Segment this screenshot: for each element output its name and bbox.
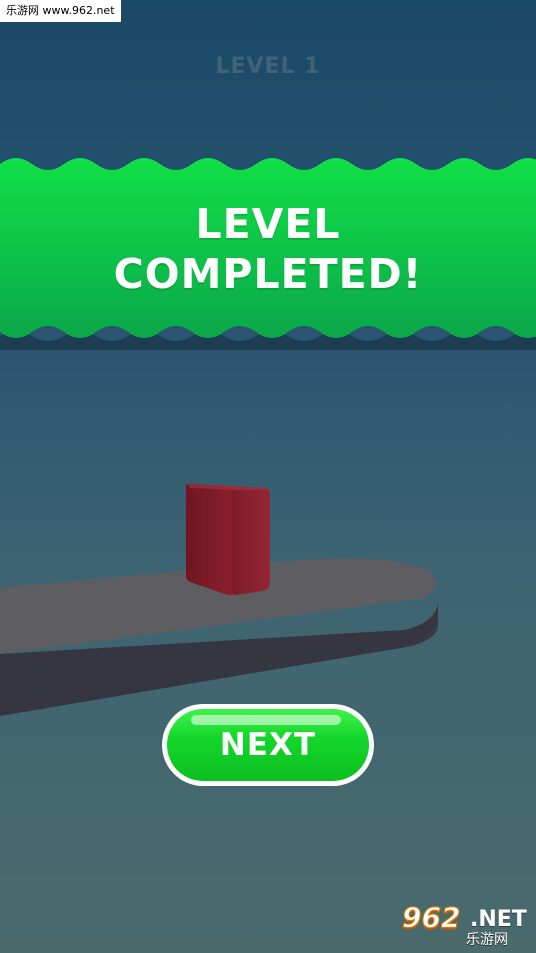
level-completed-banner: LEVEL COMPLETED!: [0, 140, 536, 360]
game-scene: [0, 484, 438, 716]
block-left-face: [185, 484, 232, 596]
level-indicator: LEVEL 1: [215, 54, 321, 79]
watermark-url: 乐游网 www.962.net: [0, 0, 121, 22]
banner-green-band: [0, 158, 536, 338]
next-button-face: NEXT: [167, 709, 369, 781]
watermark-logo-number: 962: [401, 901, 461, 935]
block-right-face: [232, 486, 270, 596]
watermark-logo: 962 .NET 乐游网: [396, 901, 530, 949]
next-button-label: NEXT: [219, 727, 317, 763]
watermark-logo-cn: 乐游网: [466, 932, 508, 948]
game-screen: 乐游网 www.962.net LEVEL 1 LEVEL COMPLETED!: [0, 0, 536, 953]
banner-title-line2: COMPLETED!: [113, 250, 423, 298]
banner-title-line1: LEVEL: [195, 200, 341, 248]
next-button[interactable]: NEXT: [162, 704, 374, 786]
